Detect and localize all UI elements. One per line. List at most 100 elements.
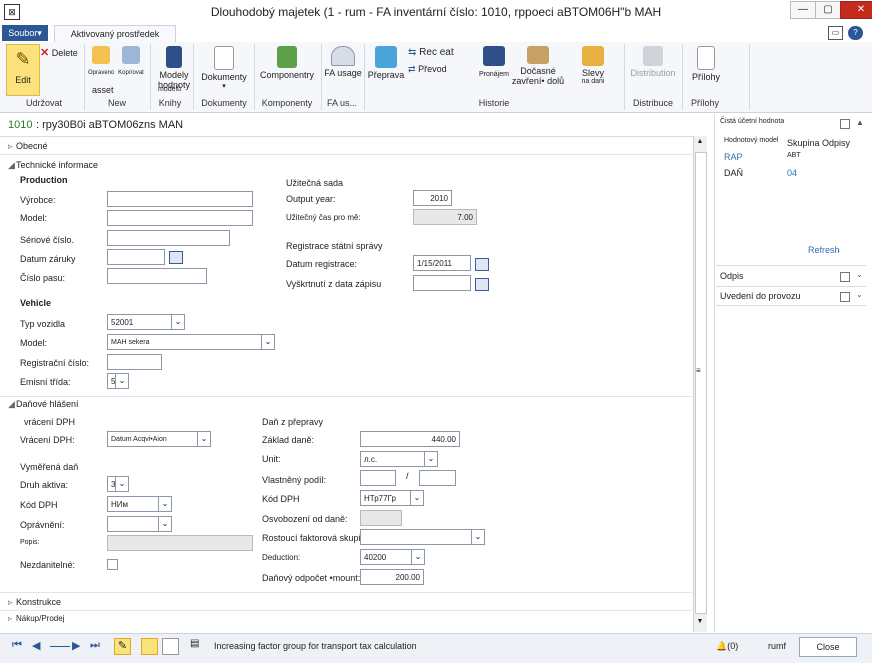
- serial-input[interactable]: [107, 230, 230, 246]
- calendar-icon[interactable]: [475, 258, 489, 271]
- notifications-indicator[interactable]: 🔔(0): [716, 641, 738, 652]
- reg-number-input[interactable]: [107, 354, 162, 370]
- tab-file[interactable]: Soubor▾: [2, 25, 48, 41]
- documents-button[interactable]: Dokumenty ▾: [198, 46, 250, 90]
- calendar-icon[interactable]: [169, 251, 183, 264]
- chevron-down-icon[interactable]: ⌄: [424, 452, 437, 466]
- asset-type-select[interactable]: 3 ⌄: [107, 476, 129, 492]
- scroll-up-icon[interactable]: ▲: [694, 138, 706, 148]
- close-button[interactable]: Close: [799, 637, 857, 657]
- chevron-down-icon[interactable]: ⌄: [115, 477, 128, 491]
- factbox-settings-icon[interactable]: [840, 292, 850, 302]
- nondeductible-checkbox[interactable]: [107, 559, 118, 570]
- emission-select[interactable]: 5 ⌄: [107, 373, 129, 389]
- chevron-down-icon[interactable]: ⌄: [410, 491, 423, 505]
- documents-label: Dokumenty: [201, 72, 247, 82]
- previous-record-icon[interactable]: ◀: [32, 639, 40, 652]
- refresh-link[interactable]: Refresh: [808, 245, 840, 255]
- chevron-down-icon[interactable]: ⌄: [158, 517, 171, 531]
- reclass-button[interactable]: ⇆ Rec eat: [408, 47, 470, 58]
- vehicle-model-select[interactable]: MAH sekera ⌄: [107, 334, 275, 350]
- edit-button[interactable]: ✎ Edit: [6, 44, 40, 96]
- expand-icon[interactable]: ⌄: [856, 270, 863, 279]
- last-record-icon[interactable]: ⏭: [90, 639, 100, 652]
- minimize-button[interactable]: —: [790, 1, 816, 19]
- edit-mode-pencil-icon[interactable]: ✎: [114, 638, 131, 655]
- own-share-numerator-input[interactable]: [360, 470, 396, 486]
- corrected-button[interactable]: Opraveno: [88, 46, 114, 76]
- chevron-down-icon[interactable]: ⌄: [471, 530, 484, 544]
- components-button[interactable]: Componentry: [256, 46, 318, 80]
- factbox-settings-icon[interactable]: [840, 272, 850, 282]
- group-separator: [749, 44, 750, 110]
- maximize-button[interactable]: ▢: [815, 1, 841, 19]
- record-position-bar: [50, 646, 70, 647]
- next-record-icon[interactable]: ▶: [72, 639, 80, 652]
- own-share-denominator-input[interactable]: [419, 470, 456, 486]
- model-input[interactable]: [107, 210, 253, 226]
- vat-refund-select[interactable]: Datum Acqvi•Aion ⌄: [107, 431, 211, 447]
- tax-base-input[interactable]: 440.00: [360, 431, 460, 447]
- scroll-thumb[interactable]: [695, 152, 707, 614]
- section-general[interactable]: ▹ Obecné: [8, 141, 48, 152]
- chevron-down-icon[interactable]: ⌄: [411, 550, 424, 564]
- distribution-button[interactable]: Distribution: [628, 46, 678, 78]
- value-models-button[interactable]: Modely hodnoty: [152, 46, 196, 90]
- section-tax-reporting[interactable]: ◢Daňové hlášení: [8, 399, 79, 410]
- first-record-icon[interactable]: ⏮: [12, 639, 22, 652]
- group-separator: [254, 44, 255, 110]
- rap-model-link[interactable]: RAP: [724, 152, 743, 162]
- attachments-label: Přílohy: [691, 72, 720, 82]
- chevron-down-icon[interactable]: ⌄: [158, 497, 171, 511]
- manufacturer-input[interactable]: [107, 191, 253, 207]
- calendar-icon[interactable]: [475, 278, 489, 291]
- permission-select[interactable]: ⌄: [107, 516, 172, 532]
- fa-usage-button[interactable]: FA usage: [324, 46, 362, 78]
- collapse-icon[interactable]: ▲: [856, 118, 864, 127]
- fa-usage-label: FA usage: [324, 68, 362, 78]
- tab-active-asset[interactable]: Aktivovaný prostředek: [54, 25, 176, 43]
- partial-disposal-button[interactable]: Dočasné zavření• dolů: [506, 46, 570, 86]
- expand-icon[interactable]: ⌄: [856, 290, 863, 299]
- copy-button[interactable]: Kopírovat: [116, 46, 146, 76]
- scroll-down-icon[interactable]: ▼: [694, 618, 706, 628]
- vat-code-select[interactable]: НИм ⌄: [107, 496, 172, 512]
- grid-view-icon[interactable]: [162, 638, 179, 655]
- section-general-label: Obecné: [16, 141, 48, 151]
- vehicle-type-select[interactable]: 52001 ⌄: [107, 314, 185, 330]
- window-layout-icon[interactable]: ▭: [828, 26, 843, 40]
- output-year-input[interactable]: 2010: [413, 190, 452, 206]
- deduction-select[interactable]: 40200 ⌄: [360, 549, 425, 565]
- passport-input[interactable]: [107, 268, 207, 284]
- depreciation-factbox[interactable]: Odpis: [720, 271, 744, 281]
- reg-date-input[interactable]: 1/15/2011: [413, 255, 471, 271]
- chevron-down-icon[interactable]: ⌄: [261, 335, 274, 349]
- transfer-button[interactable]: ⇄ Převod: [408, 64, 470, 75]
- chevron-down-icon[interactable]: ⌄: [115, 374, 128, 388]
- section-tech-info[interactable]: ◢Technické informace: [8, 160, 98, 171]
- tax-deduction-input[interactable]: 200.00: [360, 569, 424, 585]
- document-handling-icon[interactable]: ▤: [190, 638, 205, 653]
- help-icon[interactable]: ?: [848, 26, 863, 40]
- warranty-date-input[interactable]: [107, 249, 165, 265]
- factbox-settings-icon[interactable]: [840, 119, 850, 129]
- tt-vat-code-select[interactable]: НТр77Гр ⌄: [360, 490, 424, 506]
- vat-refund-value: Datum Acqvi•Aion: [111, 436, 167, 443]
- attachments-button[interactable]: Přílohy: [686, 46, 726, 82]
- factor-group-select[interactable]: ⌄: [360, 529, 485, 545]
- commissioning-factbox[interactable]: Uvedení do provozu: [720, 291, 801, 301]
- chevron-down-icon[interactable]: ⌄: [197, 432, 210, 446]
- section-purchase-sale[interactable]: ▹ Nákup/Prodej: [8, 614, 64, 623]
- chevron-down-icon[interactable]: ⌄: [171, 315, 184, 329]
- rap-group-value: ABT: [787, 152, 801, 159]
- discounts-button[interactable]: Slevy na dani: [574, 46, 612, 85]
- delete-button[interactable]: ✕ Delete: [40, 46, 82, 59]
- transport-button[interactable]: Přeprava: [366, 46, 406, 80]
- close-window-button[interactable]: ✕: [840, 1, 872, 19]
- tax-group-link[interactable]: 04: [787, 168, 797, 178]
- dereg-date-input[interactable]: [413, 275, 471, 291]
- form-view-icon[interactable]: [141, 638, 158, 655]
- divider: [0, 154, 692, 155]
- unit-select[interactable]: л.с. ⌄: [360, 451, 438, 467]
- section-construction[interactable]: ▹ Konstrukce: [8, 597, 61, 608]
